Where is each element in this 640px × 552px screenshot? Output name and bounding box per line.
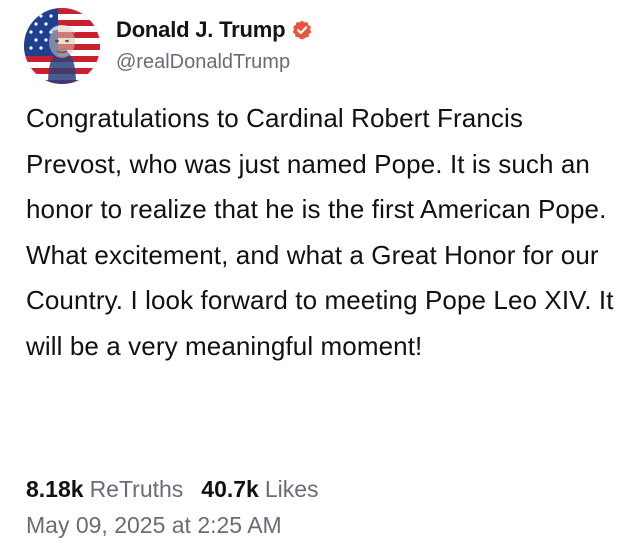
post-stats: 8.18k ReTruths 40.7k Likes [26,476,319,503]
author-display-name[interactable]: Donald J. Trump [116,17,286,43]
name-row: Donald J. Trump [116,15,313,45]
post-timestamp[interactable]: May 09, 2025 at 2:25 AM [26,512,282,539]
verified-badge-icon [291,19,313,41]
retruths-stat[interactable]: 8.18k ReTruths [26,476,183,503]
retruths-label: ReTruths [89,476,184,502]
author-handle[interactable]: @realDonaldTrump [116,51,313,74]
likes-label: Likes [264,476,319,502]
post-body-text: Congratulations to Cardinal Robert Franc… [26,103,614,361]
author-names: Donald J. Trump @realDonaldTrump [116,15,313,74]
post-header: Donald J. Trump @realDonaldTrump [24,8,313,84]
flag-portrait-avatar-icon [24,8,100,84]
likes-count: 40.7k [201,476,259,502]
avatar[interactable] [24,8,100,84]
post-card: Donald J. Trump @realDonaldTrump Congrat… [0,0,640,552]
likes-stat[interactable]: 40.7k Likes [201,476,318,503]
retruths-count: 8.18k [26,476,84,502]
